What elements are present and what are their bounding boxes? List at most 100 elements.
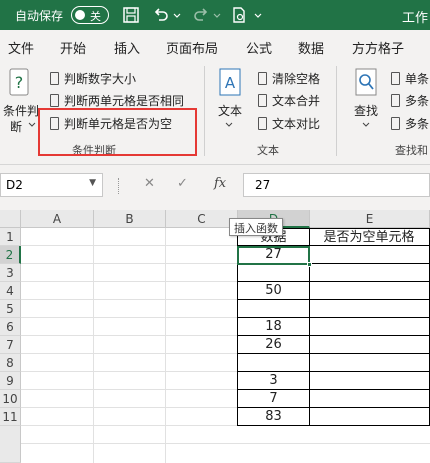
- formula-bar: D2 ▼ ✕ ✓ fx 27: [0, 165, 430, 210]
- row-header-4[interactable]: 4: [0, 282, 21, 300]
- cell-e1[interactable]: 是否为空单元格: [309, 228, 430, 246]
- cell-d8[interactable]: [237, 354, 310, 372]
- title-bar: 自动保存 关 工作: [0, 0, 430, 30]
- cell-d9[interactable]: 3: [237, 372, 310, 390]
- judge-two-cells-same-button[interactable]: 判断两单元格是否相同: [64, 92, 184, 109]
- bookmark-icon: [50, 94, 59, 107]
- cell-d7[interactable]: 26: [237, 336, 310, 354]
- cell-d3[interactable]: [237, 264, 310, 282]
- condition-judge-button[interactable]: 条件判: [3, 102, 39, 119]
- gridline: [21, 443, 430, 444]
- cell-d10[interactable]: 7: [237, 390, 310, 408]
- condition-judge-button-line2[interactable]: 断: [10, 118, 22, 135]
- tab-page-layout[interactable]: 页面布局: [166, 38, 218, 57]
- bookmark-icon: [391, 94, 400, 107]
- bookmark-icon: [391, 117, 400, 130]
- insert-function-tooltip: 插入函数: [229, 218, 283, 236]
- name-box-dropdown-icon[interactable]: ▼: [89, 178, 96, 188]
- cell-e6[interactable]: [309, 318, 430, 336]
- find-button[interactable]: 查找: [354, 102, 378, 119]
- find-group-label: 查找和: [395, 144, 428, 157]
- tab-home[interactable]: 开始: [60, 38, 86, 57]
- tab-data[interactable]: 数据: [298, 38, 324, 57]
- chevron-down-icon: [225, 122, 233, 127]
- text-compare-button[interactable]: 文本对比: [272, 115, 320, 132]
- multi-condition-button-2[interactable]: 多条: [405, 115, 429, 132]
- row-header-7[interactable]: 7: [0, 336, 21, 354]
- single-condition-button[interactable]: 单条: [405, 70, 429, 87]
- document-title: 工作: [402, 11, 429, 26]
- cell-e9[interactable]: [309, 372, 430, 390]
- name-box[interactable]: D2 ▼: [0, 173, 103, 197]
- autosave-label: 自动保存: [15, 9, 64, 23]
- row-header-empty: [0, 426, 21, 463]
- cell-e3[interactable]: [309, 264, 430, 282]
- text-button[interactable]: 文本: [218, 102, 242, 119]
- cell-d6[interactable]: 18: [237, 318, 310, 336]
- undo-icon[interactable]: [152, 6, 170, 24]
- highlight-box: [38, 108, 197, 156]
- cell-e10[interactable]: [309, 390, 430, 408]
- column-header-a[interactable]: A: [21, 210, 94, 228]
- cell-d4[interactable]: 50: [237, 282, 310, 300]
- row-header-9[interactable]: 9: [0, 372, 21, 390]
- clear-spaces-button[interactable]: 清除空格: [272, 70, 320, 87]
- autosave-toggle[interactable]: 关: [71, 6, 109, 24]
- condition-judge-icon: ?: [9, 68, 29, 96]
- tab-insert[interactable]: 插入: [114, 38, 140, 57]
- tab-formulas[interactable]: 公式: [246, 38, 272, 57]
- redo-dropdown-icon[interactable]: [212, 6, 222, 24]
- row-header-6[interactable]: 6: [0, 318, 21, 336]
- row-header-2[interactable]: 2: [0, 246, 21, 264]
- judge-number-size-button[interactable]: 判断数字大小: [64, 70, 136, 87]
- group-separator: [204, 66, 205, 156]
- bookmark-icon: [391, 72, 400, 85]
- cell-d5[interactable]: [237, 300, 310, 318]
- multi-condition-button[interactable]: 多条: [405, 92, 429, 109]
- find-icon: [355, 68, 377, 96]
- chevron-down-icon: [28, 122, 36, 127]
- bookmark-icon: [258, 94, 267, 107]
- bookmark-icon: [50, 72, 59, 85]
- customize-toolbar-icon[interactable]: [252, 6, 264, 24]
- print-preview-icon[interactable]: [230, 6, 248, 24]
- row-header-11[interactable]: 11: [0, 408, 21, 426]
- row-header-10[interactable]: 10: [0, 390, 21, 408]
- undo-dropdown-icon[interactable]: [172, 6, 182, 24]
- cell-e8[interactable]: [309, 354, 430, 372]
- select-all-corner[interactable]: [0, 210, 21, 228]
- cell-d11[interactable]: 83: [237, 408, 310, 426]
- cell-e5[interactable]: [309, 300, 430, 318]
- fill-handle[interactable]: [307, 262, 312, 267]
- ribbon-tabs: 文件 开始 插入 页面布局 公式 数据 方方格子: [0, 30, 430, 60]
- cancel-icon[interactable]: ✕: [144, 176, 155, 191]
- row-header-1[interactable]: 1: [0, 228, 21, 246]
- tab-file[interactable]: 文件: [8, 38, 34, 57]
- text-a-icon: A: [219, 68, 241, 96]
- chevron-down-icon: [362, 122, 370, 127]
- row-header-3[interactable]: 3: [0, 264, 21, 282]
- cell-e7[interactable]: [309, 336, 430, 354]
- tab-fangfang[interactable]: 方方格子: [352, 38, 404, 57]
- formula-bar-divider: [118, 178, 120, 194]
- redo-icon[interactable]: [192, 6, 210, 24]
- name-box-value: D2: [6, 178, 23, 192]
- ribbon: ? 条件判 断 判断数字大小 判断两单元格是否相同 判断单元格是否为空 条件判断…: [0, 60, 430, 165]
- bookmark-icon: [258, 117, 267, 130]
- row-header-5[interactable]: 5: [0, 300, 21, 318]
- cell-e2[interactable]: [309, 246, 430, 264]
- enter-icon[interactable]: ✓: [177, 176, 188, 191]
- column-header-e[interactable]: E: [310, 210, 430, 228]
- cell-e4[interactable]: [309, 282, 430, 300]
- save-icon[interactable]: [122, 6, 140, 24]
- row-header-8[interactable]: 8: [0, 354, 21, 372]
- column-header-c[interactable]: C: [166, 210, 238, 228]
- column-header-b[interactable]: B: [94, 210, 166, 228]
- formula-input[interactable]: 27: [243, 173, 430, 197]
- gridline: [93, 228, 94, 463]
- text-merge-button[interactable]: 文本合并: [272, 92, 320, 109]
- cell-e11[interactable]: [309, 408, 430, 426]
- text-group-label: 文本: [257, 144, 279, 157]
- insert-function-button[interactable]: fx: [214, 176, 226, 191]
- group-separator: [336, 66, 337, 156]
